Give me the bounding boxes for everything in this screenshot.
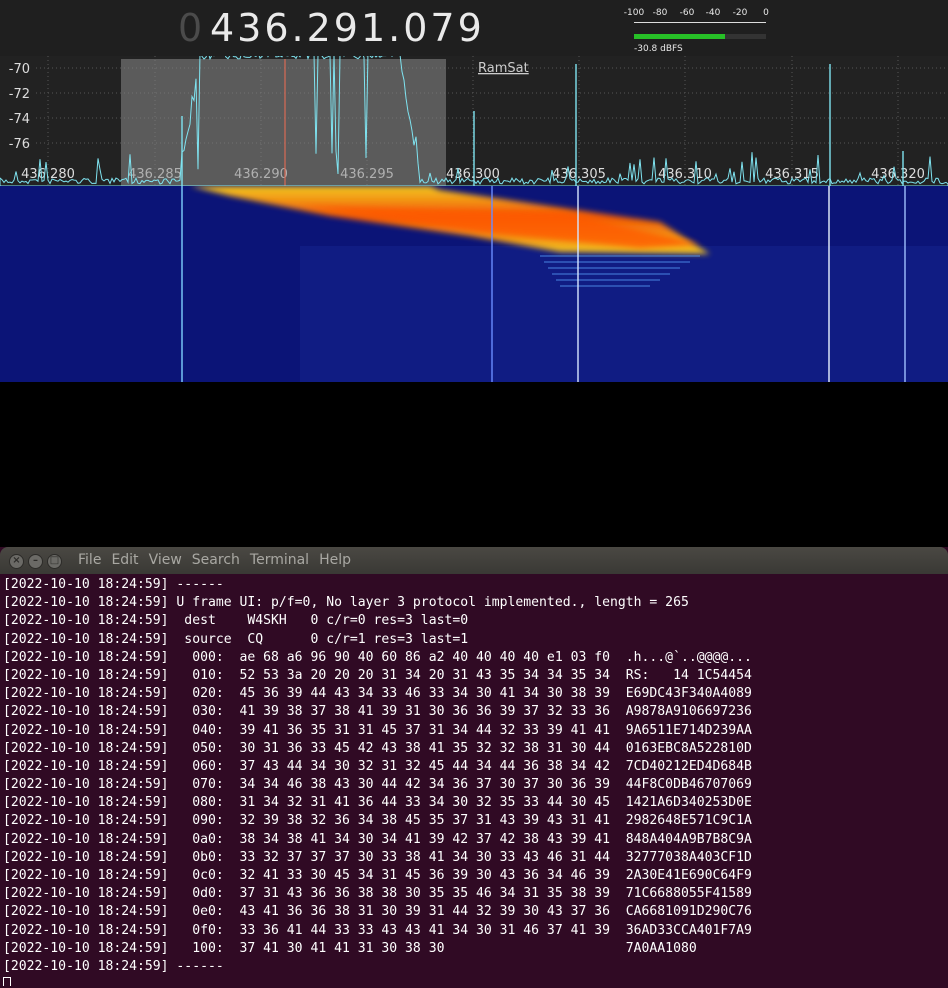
terminal-line: [2022-10-10 18:24:59] 090: 32 39 38 32 3… (3, 813, 752, 829)
menu-view[interactable]: View (149, 552, 182, 568)
terminal-line: [2022-10-10 18:24:59] dest W4SKH 0 c/r=0… (3, 613, 469, 629)
meter-level-bar (634, 34, 725, 39)
terminal-line: [2022-10-10 18:24:59] 0d0: 37 31 43 36 3… (3, 886, 752, 902)
terminal-line: [2022-10-10 18:24:59] 0a0: 38 34 38 41 3… (3, 831, 752, 847)
terminal-line: [2022-10-10 18:24:59] 020: 45 36 39 44 4… (3, 686, 752, 702)
terminal-line: [2022-10-10 18:24:59] 060: 37 43 44 34 3… (3, 758, 752, 774)
menu-file[interactable]: File (78, 552, 101, 568)
sdr-panel: 0 436.291.079 -100 -80 -60 -40 -20 0 -30… (0, 0, 948, 382)
signal-level-meter: -100 -80 -60 -40 -20 0 -30.8 dBFS (623, 8, 772, 54)
meter-empty-bar (725, 34, 766, 39)
terminal-line: [2022-10-10 18:24:59] 0e0: 43 41 36 36 3… (3, 904, 752, 920)
menu-bar: File Edit View Search Terminal Help (78, 552, 351, 568)
terminal-line: [2022-10-10 18:24:59] 080: 31 34 32 31 4… (3, 795, 752, 811)
frequency-display[interactable]: 436.291.079 (210, 6, 485, 50)
terminal-line: [2022-10-10 18:24:59] 000: ae 68 a6 96 9… (3, 649, 752, 665)
spectrum-plot[interactable]: -70-72-74-76436.280436.285436.290436.295… (0, 56, 948, 186)
menu-terminal[interactable]: Terminal (250, 552, 309, 568)
spectrum-y-label: -74 (9, 112, 30, 127)
terminal-line: [2022-10-10 18:24:59] 070: 34 34 46 38 4… (3, 777, 752, 793)
meter-tick: -40 (705, 8, 721, 18)
spectrum-y-label: -72 (9, 87, 30, 102)
meter-tick: -80 (652, 8, 668, 18)
maximize-icon[interactable]: □ (47, 554, 62, 569)
frequency-leading-digit[interactable]: 0 (178, 6, 204, 50)
terminal-prompt[interactable] (3, 976, 945, 986)
terminal-line: [2022-10-10 18:24:59] ------ (3, 958, 224, 974)
terminal-line: [2022-10-10 18:24:59] source CQ 0 c/r=1 … (3, 631, 469, 647)
terminal-line: [2022-10-10 18:24:59] 100: 37 41 30 41 4… (3, 940, 697, 956)
marker-label-ramsat: RamSat (478, 61, 529, 76)
menu-search[interactable]: Search (192, 552, 240, 568)
menu-edit[interactable]: Edit (111, 552, 138, 568)
meter-tick: -100 (623, 8, 645, 18)
terminal-line: [2022-10-10 18:24:59] 0b0: 33 32 37 37 3… (3, 849, 752, 865)
meter-tick: -20 (732, 8, 748, 18)
terminal-line: [2022-10-10 18:24:59] 0f0: 33 36 41 44 3… (3, 922, 752, 938)
meter-readout: -30.8 dBFS (634, 44, 683, 54)
terminal-line: [2022-10-10 18:24:59] 010: 52 53 3a 20 2… (3, 667, 752, 683)
terminal-line: [2022-10-10 18:24:59] 030: 41 39 38 37 3… (3, 704, 752, 720)
terminal-line: [2022-10-10 18:24:59] 050: 30 31 36 33 4… (3, 740, 752, 756)
text-cursor (3, 977, 11, 986)
terminal-line: [2022-10-10 18:24:59] ------ (3, 577, 224, 592)
waterfall-noise (300, 246, 948, 382)
meter-tick: -60 (679, 8, 695, 18)
terminal-window: × – □ File Edit View Search Terminal Hel… (0, 547, 948, 988)
meter-tick: 0 (763, 8, 769, 18)
frequency-bar: 0 436.291.079 -100 -80 -60 -40 -20 0 -30… (0, 0, 948, 56)
terminal-line: [2022-10-10 18:24:59] 0c0: 32 41 33 30 4… (3, 868, 752, 883)
terminal-line: [2022-10-10 18:24:59] U frame UI: p/f=0,… (3, 595, 689, 611)
terminal-line: [2022-10-10 18:24:59] 040: 39 41 36 35 3… (3, 722, 752, 738)
spectrum-y-label: -70 (9, 62, 30, 77)
meter-scale (634, 22, 766, 29)
terminal-titlebar[interactable]: × – □ File Edit View Search Terminal Hel… (0, 547, 948, 574)
passband-selection (121, 59, 446, 186)
spectrum-y-label: -76 (9, 137, 30, 152)
menu-help[interactable]: Help (319, 552, 351, 568)
terminal-output[interactable]: [2022-10-10 18:24:59] ------ [2022-10-10… (3, 576, 945, 986)
close-icon[interactable]: × (9, 554, 24, 569)
minimize-icon[interactable]: – (28, 554, 43, 569)
waterfall-display[interactable] (0, 186, 948, 382)
